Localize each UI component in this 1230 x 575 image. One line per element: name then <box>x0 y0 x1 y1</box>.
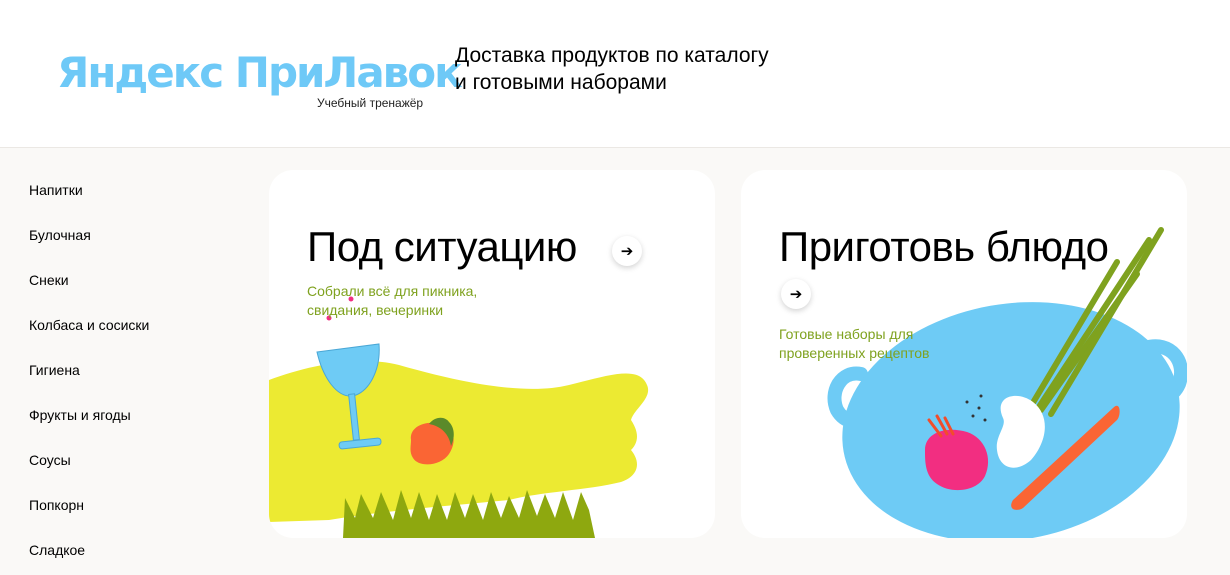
card-description: Собрали всё для пикника, свидания, вечер… <box>307 283 478 318</box>
card-cook-dish[interactable]: Приготовь блюдо ➔ Готовые наборы для про… <box>741 170 1187 538</box>
logo-subtitle: Учебный тренажёр <box>317 96 424 110</box>
tagline: Доставка продуктов по каталогу и готовым… <box>455 42 835 96</box>
card-title: Под ситуацию <box>307 223 577 270</box>
header: Яндекс ПриЛавок Учебный тренажёр Доставк… <box>0 0 1230 148</box>
sidebar-item-fruits[interactable]: Фрукты и ягоды <box>29 395 229 440</box>
card-description: Готовые наборы для проверенных рецептов <box>779 326 930 361</box>
sidebar-item-sausages[interactable]: Колбаса и сосиски <box>29 305 229 350</box>
sidebar-item-sweets[interactable]: Сладкое <box>29 530 229 575</box>
category-sidebar: Напитки Булочная Снеки Колбаса и сосиски… <box>29 170 229 575</box>
sidebar-item-sauces[interactable]: Соусы <box>29 440 229 485</box>
sidebar-item-popcorn[interactable]: Попкорн <box>29 485 229 530</box>
arrow-right-icon[interactable]: ➔ <box>612 236 642 266</box>
card-situation[interactable]: Под ситуацию ➔ Собрали всё для пикника, … <box>269 170 715 538</box>
logo[interactable]: Яндекс ПриЛавок <box>57 46 463 100</box>
arrow-right-icon[interactable]: ➔ <box>781 279 811 309</box>
sidebar-item-snacks[interactable]: Снеки <box>29 260 229 305</box>
yellow-blanket-shape <box>269 360 649 522</box>
tagline-line-1: Доставка продуктов по каталогу <box>455 44 769 67</box>
card-title: Приготовь блюдо <box>779 223 1109 270</box>
sidebar-item-drinks[interactable]: Напитки <box>29 170 229 215</box>
sidebar-item-hygiene[interactable]: Гигиена <box>29 350 229 395</box>
tagline-line-2: и готовыми наборами <box>455 71 667 94</box>
sidebar-item-bakery[interactable]: Булочная <box>29 215 229 260</box>
